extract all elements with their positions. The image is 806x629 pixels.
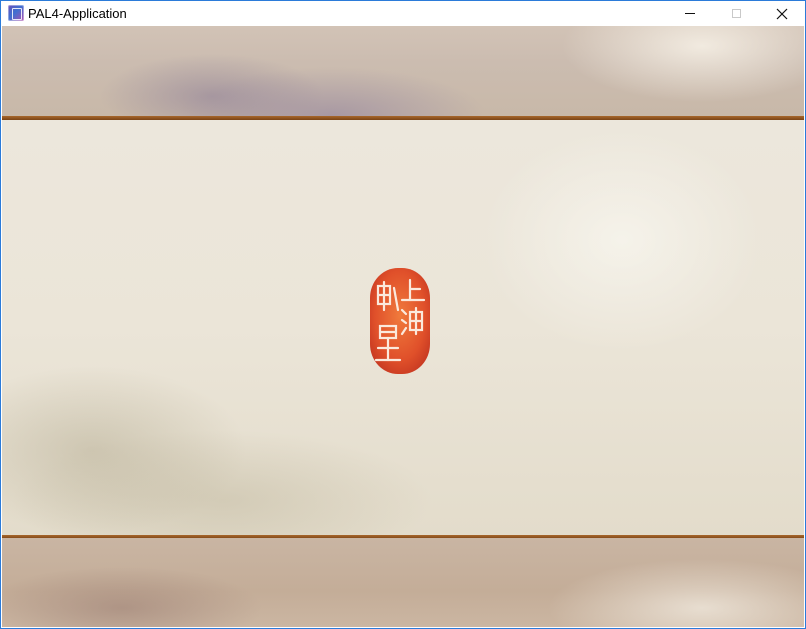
minimize-button[interactable] — [667, 1, 713, 26]
close-button[interactable] — [759, 1, 805, 26]
minimize-icon — [685, 13, 695, 14]
close-icon — [776, 8, 788, 19]
application-window: PAL4-Application — [0, 0, 806, 629]
scroll-top-painting — [2, 26, 804, 118]
maximize-icon — [731, 9, 741, 18]
pal4-app-icon[interactable] — [8, 5, 24, 21]
window-title: PAL4-Application — [28, 6, 127, 21]
title-bar[interactable]: PAL4-Application — [1, 1, 805, 26]
scroll-bottom-painting — [2, 538, 804, 627]
studio-seal-logo — [370, 268, 430, 374]
game-viewport[interactable] — [2, 26, 804, 627]
maximize-button[interactable] — [713, 1, 759, 26]
